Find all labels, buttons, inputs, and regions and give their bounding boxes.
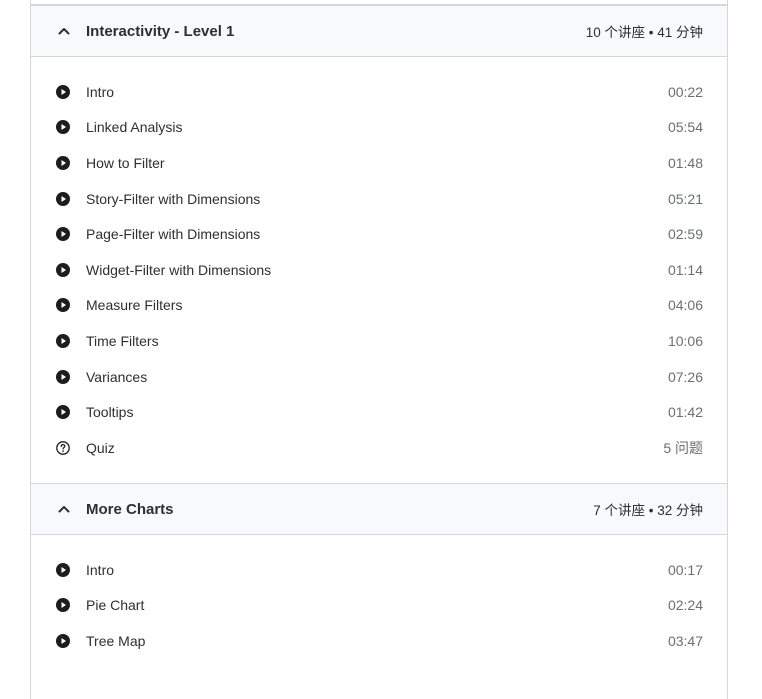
lecture-duration: 10:06	[667, 332, 703, 349]
chevron-up-icon	[58, 503, 70, 515]
lecture-duration: 00:22	[667, 83, 703, 100]
lecture-item[interactable]: Measure Filters 04:06	[31, 288, 727, 324]
lecture-item[interactable]: Pie Chart 02:24	[31, 588, 727, 624]
curriculum-panel: Interactivity - Level 1 10 个讲座 • 41 分钟 I…	[30, 0, 728, 699]
section-title: Interactivity - Level 1	[86, 22, 235, 40]
chevron-up-icon	[58, 25, 70, 37]
lecture-duration: 04:06	[667, 297, 703, 314]
lecture-item[interactable]: Tooltips 01:42	[31, 394, 727, 430]
lecture-title: Variances	[86, 368, 148, 385]
lecture-item[interactable]: Linked Analysis 05:54	[31, 110, 727, 146]
section-header-interactivity-level-1[interactable]: Interactivity - Level 1 10 个讲座 • 41 分钟	[31, 5, 727, 57]
play-circle-icon	[55, 191, 71, 207]
quiz-question-count: 5 问题	[663, 439, 703, 456]
lecture-duration: 00:17	[667, 561, 703, 578]
lecture-item[interactable]: Page-Filter with Dimensions 02:59	[31, 216, 727, 252]
play-circle-icon	[55, 562, 71, 578]
play-circle-icon	[55, 155, 71, 171]
lecture-item[interactable]: Intro 00:22	[31, 74, 727, 110]
lecture-title: Widget-Filter with Dimensions	[86, 261, 272, 278]
question-circle-icon	[55, 440, 71, 456]
lecture-title: Time Filters	[86, 332, 159, 349]
lecture-duration: 05:21	[667, 190, 703, 207]
play-circle-icon	[55, 297, 71, 313]
quiz-title: Quiz	[86, 439, 115, 456]
play-circle-icon	[55, 262, 71, 278]
lecture-title: How to Filter	[86, 154, 165, 171]
play-circle-icon	[55, 333, 71, 349]
lecture-duration: 02:24	[667, 597, 703, 614]
section-meta: 7 个讲座 • 32 分钟	[593, 503, 703, 518]
play-circle-icon	[55, 119, 71, 135]
lecture-item[interactable]: Story-Filter with Dimensions 05:21	[31, 181, 727, 217]
section-title: More Charts	[86, 500, 174, 518]
lecture-title: Intro	[86, 83, 115, 100]
lecture-item[interactable]: Widget-Filter with Dimensions 01:14	[31, 252, 727, 288]
lecture-item[interactable]: Intro 00:17	[31, 552, 727, 588]
lecture-title: Page-Filter with Dimensions	[86, 226, 261, 243]
section-header-more-charts[interactable]: More Charts 7 个讲座 • 32 分钟	[31, 483, 727, 535]
lecture-item[interactable]: Time Filters 10:06	[31, 323, 727, 359]
play-circle-icon	[55, 633, 71, 649]
lecture-item[interactable]: How to Filter 01:48	[31, 145, 727, 181]
play-circle-icon	[55, 369, 71, 385]
lecture-title: Measure Filters	[86, 297, 183, 314]
lecture-title: Intro	[86, 561, 115, 578]
lecture-title: Tree Map	[86, 632, 146, 649]
lecture-list: Intro 00:22 Linked Analysis 05:54 How to…	[31, 74, 727, 466]
lecture-title: Linked Analysis	[86, 119, 183, 136]
lecture-title: Tooltips	[86, 404, 134, 421]
lecture-title: Story-Filter with Dimensions	[86, 190, 261, 207]
lecture-duration: 07:26	[667, 368, 703, 385]
lecture-list: Intro 00:17 Pie Chart 02:24 Tree Map 03:…	[31, 552, 727, 659]
play-circle-icon	[55, 404, 71, 420]
lecture-duration: 03:47	[667, 632, 703, 649]
lecture-title: Pie Chart	[86, 597, 145, 614]
play-circle-icon	[55, 84, 71, 100]
play-circle-icon	[55, 597, 71, 613]
lecture-duration: 02:59	[667, 226, 703, 243]
lecture-duration: 05:54	[667, 119, 703, 136]
lecture-duration: 01:14	[667, 261, 703, 278]
quiz-item[interactable]: Quiz 5 问题	[31, 430, 727, 466]
lecture-duration: 01:42	[667, 404, 703, 421]
play-circle-icon	[55, 226, 71, 242]
lecture-item[interactable]: Tree Map 03:47	[31, 623, 727, 659]
section-meta: 10 个讲座 • 41 分钟	[585, 25, 703, 40]
lecture-item[interactable]: Variances 07:26	[31, 359, 727, 395]
lecture-duration: 01:48	[667, 154, 703, 171]
